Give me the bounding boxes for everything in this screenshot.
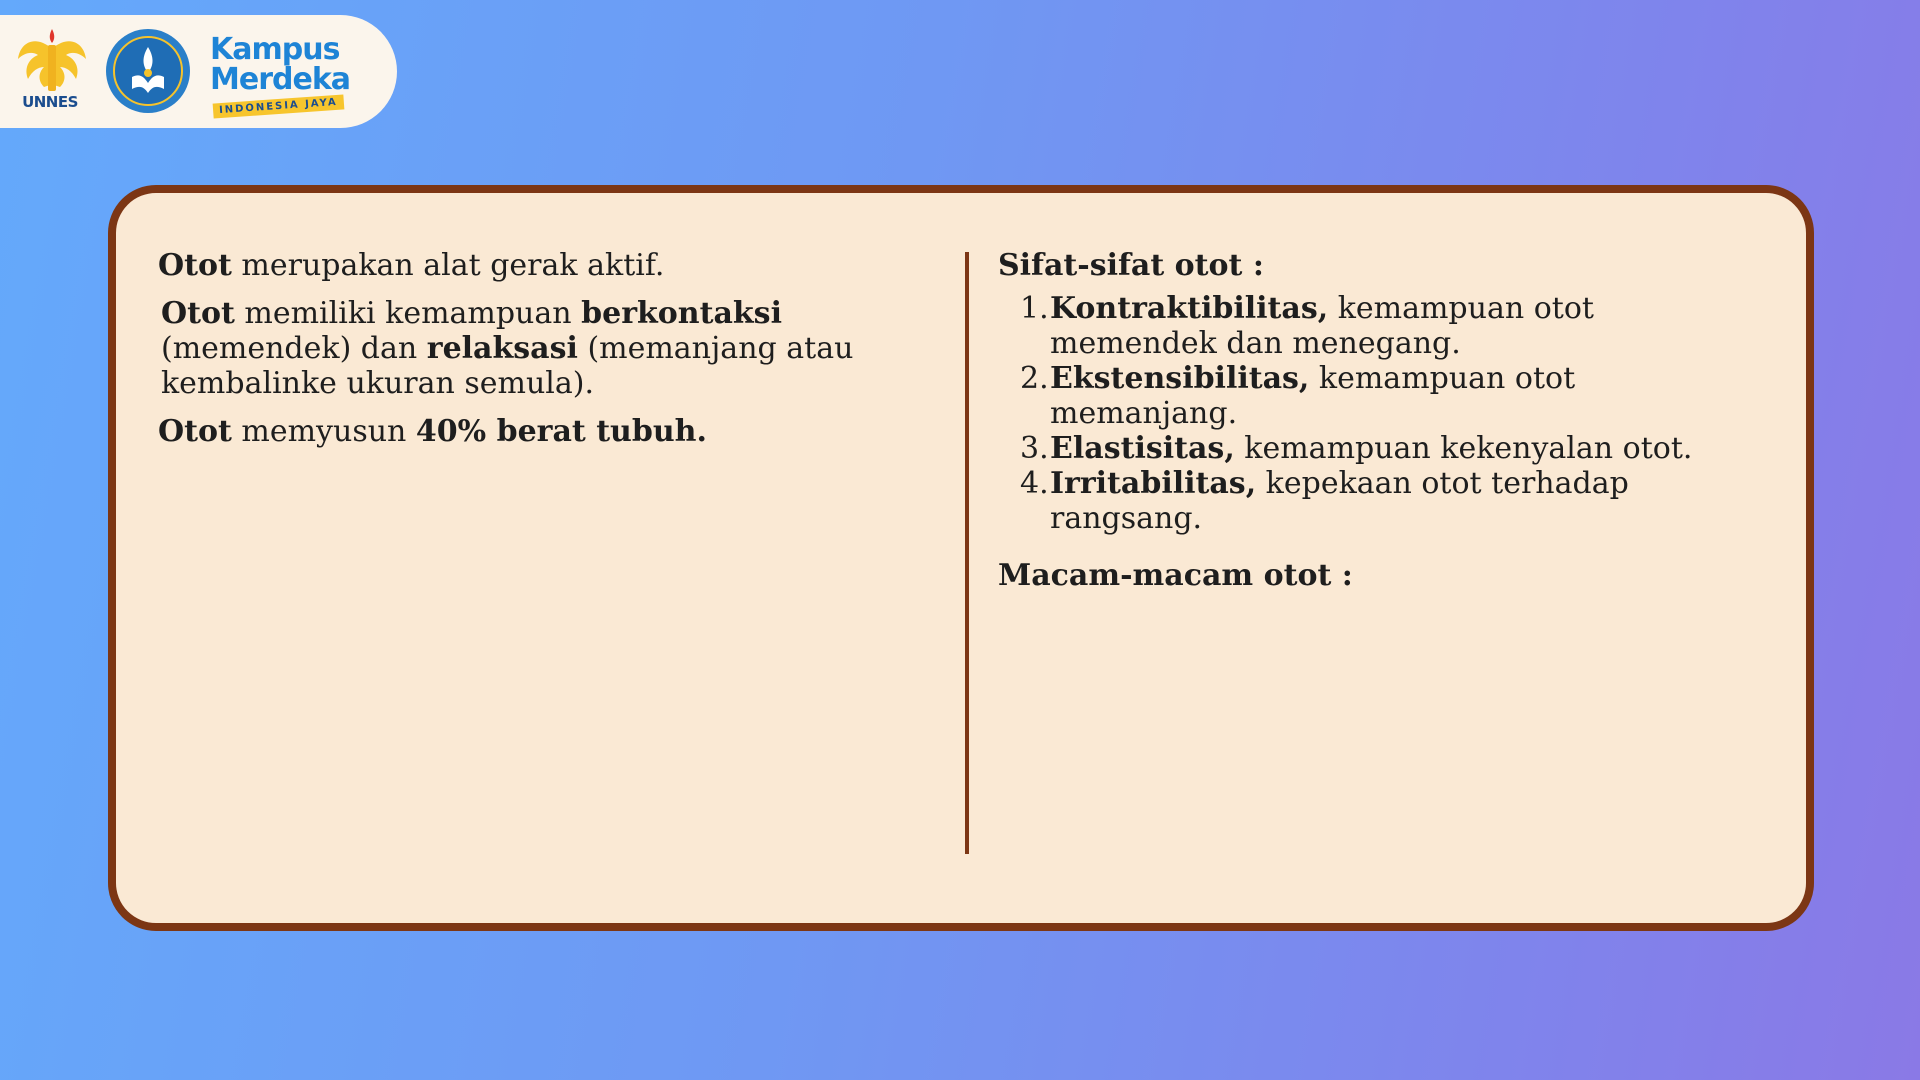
sifat-list: 1. Kontraktibilitas, kemampuan otot memen… [998, 291, 1758, 536]
list-term: Irritabilitas, [1050, 466, 1257, 501]
sifat-heading: Sifat-sifat otot : [998, 248, 1264, 283]
list-number: 4. [1020, 466, 1049, 501]
kemdikbud-logo-icon [106, 29, 190, 113]
paragraph-text: memiliki kemampuan [234, 296, 582, 331]
list-term: Elastisitas, [1050, 431, 1235, 466]
term-relaksasi: relaksasi [426, 331, 578, 366]
list-number: 3. [1020, 431, 1049, 466]
list-term: Ekstensibilitas, [1050, 361, 1310, 396]
list-item: 1. Kontraktibilitas, kemampuan otot memen… [998, 291, 1758, 361]
paragraph-kemampuan: Otot memiliki kemampuan berkontaksi (mem… [161, 296, 948, 401]
term-otot: Otot [161, 296, 235, 331]
content-card: Otot merupakan alat gerak aktif. Otot me… [108, 185, 1814, 931]
term-otot: Otot [158, 248, 232, 283]
kampus-merdeka-line2: Merdeka [210, 62, 351, 97]
paragraph-text: memyusun [231, 414, 416, 449]
logo-bar: UNNES Kampus Merdeka INDONESIA JAYA [0, 15, 397, 128]
unnes-label: UNNES [22, 93, 78, 111]
term-berat-tubuh: 40% berat tubuh. [415, 414, 707, 449]
list-item: 3. Elastisitas, kemampuan kekenyalan otot… [998, 431, 1758, 466]
paragraph-alat-gerak: Otot merupakan alat gerak aktif. [158, 248, 948, 283]
list-item: 4. Irritabilitas, kepekaan otot terhadap … [998, 466, 1758, 536]
left-column: Otot merupakan alat gerak aktif. Otot me… [158, 248, 948, 462]
list-item: 2. Ekstensibilitas, kemampuan otot memanj… [998, 361, 1758, 431]
list-number: 1. [1020, 291, 1049, 326]
list-number: 2. [1020, 361, 1049, 396]
right-column: Sifat-sifat otot : 1. Kontraktibilitas, k… [998, 248, 1758, 601]
paragraph-text: (memendek) dan [161, 331, 427, 366]
column-divider [965, 252, 969, 854]
term-otot: Otot [158, 414, 232, 449]
term-berkontaksi: berkontaksi [581, 296, 782, 331]
list-term: Kontraktibilitas, [1050, 291, 1329, 326]
macam-heading: Macam-macam otot : [998, 558, 1353, 593]
paragraph-text: merupakan alat gerak aktif. [231, 248, 665, 283]
paragraph-berat-tubuh: Otot memyusun 40% berat tubuh. [158, 414, 948, 449]
kampus-merdeka-title: Kampus Merdeka [210, 35, 351, 97]
kampus-merdeka-tagline: INDONESIA JAYA [212, 94, 345, 119]
list-desc: kemampuan kekenyalan otot. [1234, 431, 1693, 466]
